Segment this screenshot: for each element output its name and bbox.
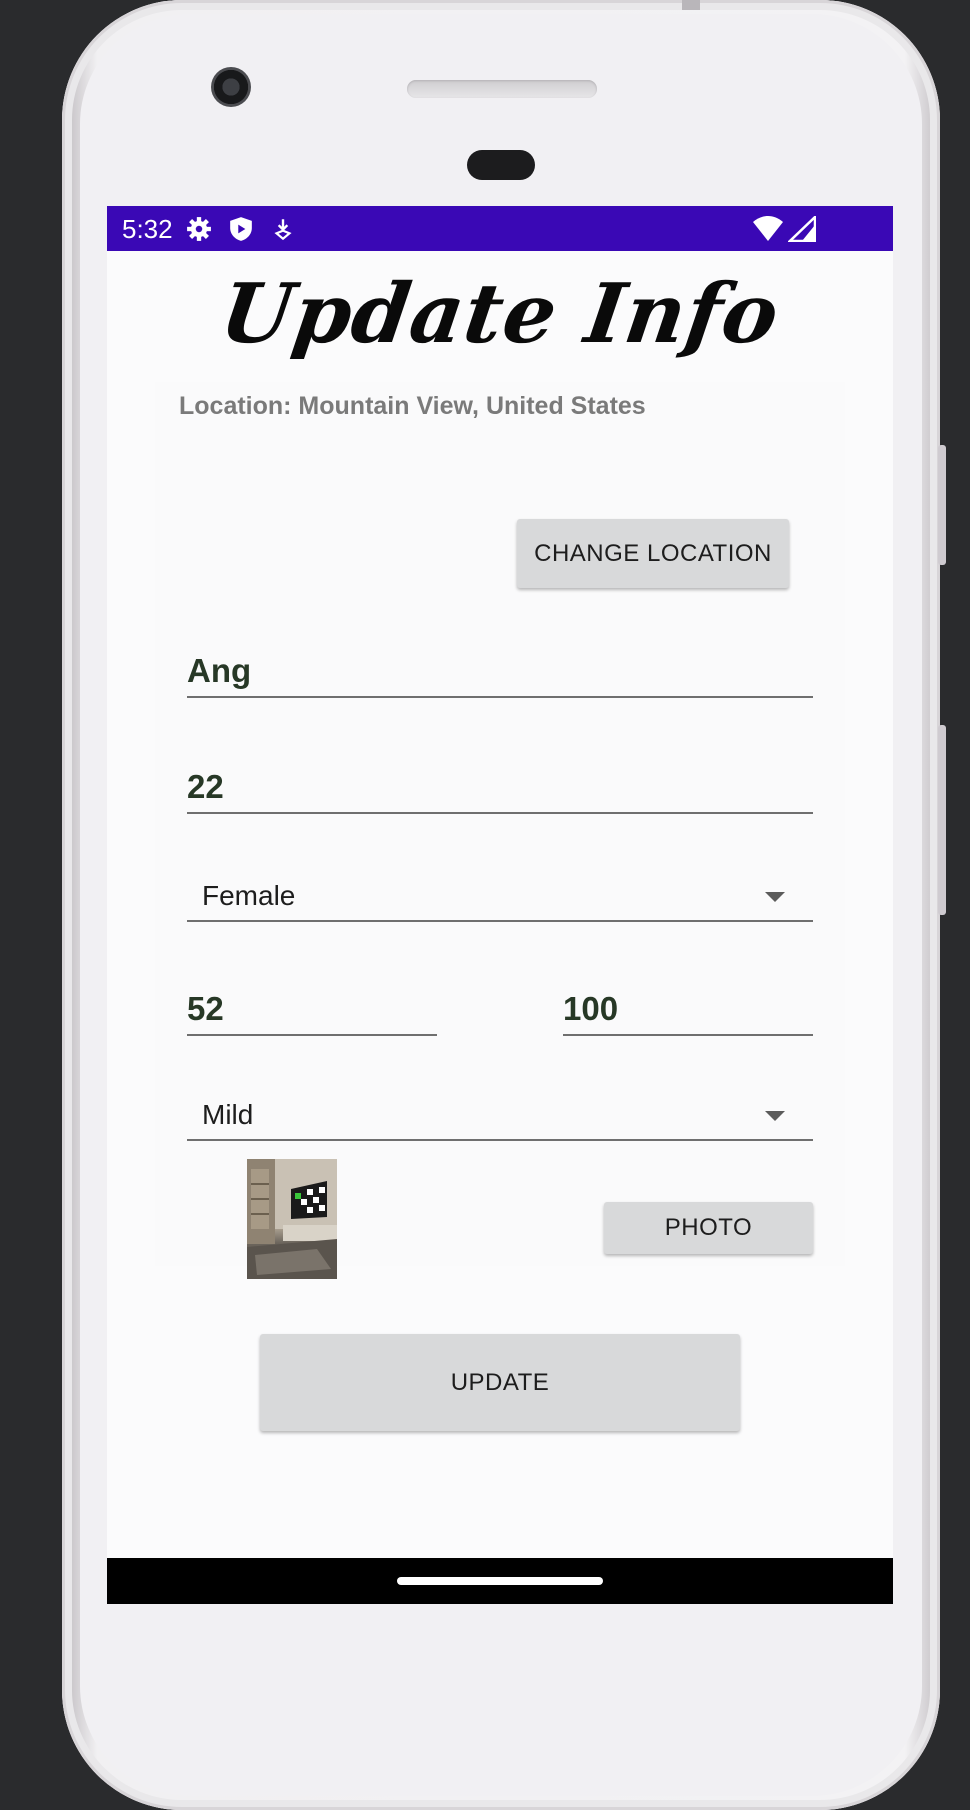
name-value: Ang	[187, 652, 252, 689]
earpiece-speaker	[407, 80, 597, 98]
photo-thumbnail	[247, 1159, 337, 1279]
power-button	[938, 725, 946, 915]
gender-dropdown[interactable]: Female	[187, 850, 813, 922]
status-time: 5:32	[122, 214, 173, 244]
name-field[interactable]: Ang	[187, 624, 813, 698]
value-right-value: 100	[563, 990, 619, 1027]
location-label: Location: Mountain View, United States	[179, 392, 646, 420]
room-image	[247, 1159, 337, 1279]
phone-top-mark	[682, 0, 700, 10]
gear-icon	[187, 217, 211, 241]
page-title: Update Info	[214, 266, 786, 362]
value-right-field[interactable]: 100	[563, 962, 813, 1036]
gender-value: Female	[202, 880, 296, 911]
wifi-icon	[753, 216, 783, 241]
download-icon	[274, 219, 292, 241]
age-field[interactable]: 22	[187, 740, 813, 814]
photo-button[interactable]: PHOTO	[604, 1202, 813, 1254]
proximity-sensor	[467, 150, 535, 180]
volume-button	[938, 445, 946, 565]
home-gesture-handle[interactable]	[397, 1577, 603, 1585]
status-bar: 5:32	[107, 206, 893, 251]
age-value: 22	[187, 768, 224, 805]
chevron-down-icon	[765, 1111, 785, 1121]
signal-icon	[788, 216, 816, 242]
update-button[interactable]: UPDATE	[260, 1334, 740, 1431]
severity-value: Mild	[202, 1099, 254, 1130]
device-frame: 5:32 Update Info Location: Mountain View…	[0, 0, 970, 1810]
change-location-button[interactable]: CHANGE LOCATION	[517, 519, 789, 588]
value-left-field[interactable]: 52	[187, 962, 437, 1036]
navigation-bar	[107, 1558, 893, 1604]
value-left-value: 52	[187, 990, 224, 1027]
chevron-down-icon	[765, 892, 785, 902]
front-camera-icon	[211, 67, 251, 107]
severity-dropdown[interactable]: Mild	[187, 1069, 813, 1141]
shield-icon	[230, 217, 252, 241]
app-screen: 5:32 Update Info Location: Mountain View…	[107, 206, 893, 1604]
